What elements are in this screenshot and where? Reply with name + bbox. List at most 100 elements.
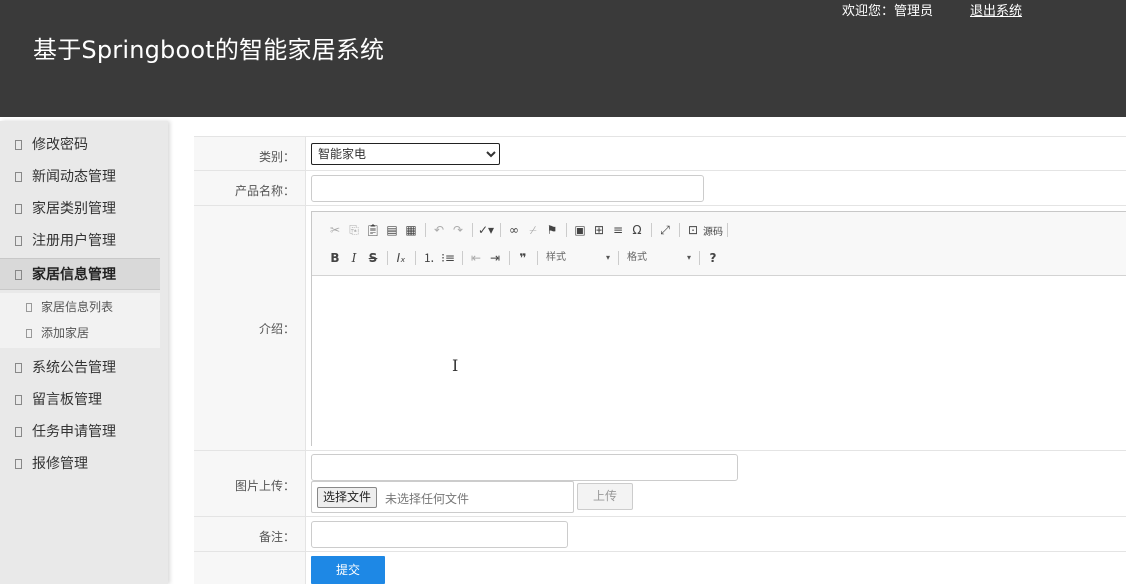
outdent-icon[interactable]: ⇤ — [467, 249, 485, 267]
sidebar-item-label: 留言板管理 — [32, 392, 102, 408]
cut-icon[interactable]: ✂ — [326, 221, 344, 239]
blockquote-icon[interactable]: ❞ — [514, 249, 532, 267]
unlink-icon[interactable]: ⌿ — [524, 221, 542, 239]
product-name-input[interactable] — [311, 175, 704, 202]
help-icon[interactable]: ? — [704, 249, 722, 267]
image-upload-label: 图片上传： — [234, 479, 295, 493]
sidebar: 修改密码 新闻动态管理 家居类别管理 注册用户管理 家居信息管理 家居信息列表 … — [0, 121, 168, 584]
app-title: 基于Springboot的智能家居系统 — [33, 36, 385, 64]
dropdown-arrow-icon: ▾ — [605, 253, 610, 262]
square-icon — [15, 172, 22, 182]
toolbar-separator — [415, 251, 416, 265]
sidebar-subitem-label: 家居信息列表 — [41, 300, 114, 314]
logout-link[interactable]: 退出系统 — [970, 0, 1022, 19]
link-icon[interactable]: ∞ — [505, 221, 523, 239]
format-combo-label: 格式 — [627, 252, 647, 263]
numbered-list-icon[interactable]: ⒈ — [420, 249, 438, 267]
paste-word-icon[interactable]: ▦ — [402, 221, 420, 239]
toolbar-separator — [537, 251, 538, 265]
format-combo[interactable]: 格式 ▾ — [623, 249, 695, 267]
sidebar-item-label: 修改密码 — [32, 137, 88, 153]
spellcheck-icon[interactable]: ✓▾ — [477, 221, 495, 239]
redo-icon[interactable]: ↷ — [449, 221, 467, 239]
remove-format-icon[interactable]: Iₓ — [392, 249, 410, 267]
toolbar-separator — [425, 223, 426, 237]
paste-icon[interactable]: 📋︎ — [364, 221, 382, 239]
square-icon — [26, 303, 32, 312]
bold-icon[interactable]: B — [326, 249, 344, 267]
copy-icon[interactable]: ⎘ — [345, 221, 363, 239]
sidebar-item-news[interactable]: 新闻动态管理 — [0, 161, 160, 193]
maximize-icon[interactable]: ⤢ — [656, 221, 674, 239]
sidebar-item-label: 新闻动态管理 — [32, 169, 116, 185]
toolbar-separator — [618, 251, 619, 265]
add-home-form: 类别： 智能家电 产品名称： 介绍： ✂ ⎘ 📋︎ ▤ ▦ ↶ ↷ ✓▾ ∞ ⌿… — [194, 136, 1126, 584]
table-icon[interactable]: ⊞ — [590, 221, 608, 239]
dropdown-arrow-icon: ▾ — [686, 253, 691, 262]
indent-icon[interactable]: ⇥ — [486, 249, 504, 267]
square-icon — [15, 140, 22, 150]
sidebar-item-users[interactable]: 注册用户管理 — [0, 225, 160, 257]
source-icon[interactable]: ⊡ — [684, 221, 702, 239]
strike-icon[interactable]: S — [364, 249, 382, 267]
label-cell: 类别： — [194, 137, 306, 170]
style-combo[interactable]: 样式 ▾ — [542, 249, 614, 267]
file-input[interactable]: 选择文件 未选择任何文件 — [311, 481, 574, 513]
label-cell: 产品名称： — [194, 171, 306, 205]
toolbar-separator — [566, 223, 567, 237]
category-row: 类别： 智能家电 — [194, 136, 1126, 170]
remark-row: 备注： — [194, 516, 1126, 551]
toolbar-separator — [500, 223, 501, 237]
sidebar-item-messages[interactable]: 留言板管理 — [0, 384, 160, 416]
square-icon — [15, 236, 22, 246]
sidebar-subitem-label: 添加家居 — [41, 326, 90, 340]
toolbar-separator — [462, 251, 463, 265]
remark-input[interactable] — [311, 521, 568, 548]
label-cell: 介绍： — [194, 206, 306, 450]
sidebar-submenu: 家居信息列表 添加家居 — [0, 293, 160, 348]
square-icon — [15, 395, 22, 405]
sidebar-item-home-info[interactable]: 家居信息管理 — [0, 258, 160, 290]
sidebar-subitem-home-list[interactable]: 家居信息列表 — [0, 294, 160, 320]
bulleted-list-icon[interactable]: ⁝≡ — [439, 249, 457, 267]
submit-button[interactable]: 提交 — [311, 556, 385, 584]
category-select[interactable]: 智能家电 — [311, 143, 500, 165]
image-path-input[interactable] — [311, 454, 738, 481]
paste-text-icon[interactable]: ▤ — [383, 221, 401, 239]
intro-label: 介绍： — [258, 322, 295, 336]
toolbar-separator — [679, 223, 680, 237]
label-cell: 备注： — [194, 517, 306, 551]
special-char-icon[interactable]: Ω — [628, 221, 646, 239]
source-button[interactable]: 源码 — [703, 223, 723, 238]
sidebar-item-category[interactable]: 家居类别管理 — [0, 193, 160, 225]
sidebar-item-announcements[interactable]: 系统公告管理 — [0, 352, 160, 384]
sidebar-item-label: 系统公告管理 — [32, 360, 116, 376]
undo-icon[interactable]: ↶ — [430, 221, 448, 239]
image-icon[interactable]: ▣ — [571, 221, 589, 239]
square-icon — [15, 427, 22, 437]
sidebar-subitem-add-home[interactable]: 添加家居 — [0, 320, 160, 346]
toolbar-separator — [651, 223, 652, 237]
sidebar-item-label: 家居类别管理 — [32, 201, 116, 217]
image-upload-row: 图片上传： 选择文件 未选择任何文件 上传 — [194, 450, 1126, 516]
header: 基于Springboot的智能家居系统 欢迎您：管理员 退出系统 — [0, 0, 1126, 117]
toolbar-separator — [472, 223, 473, 237]
no-file-text: 未选择任何文件 — [385, 492, 470, 506]
sidebar-item-label: 任务申请管理 — [32, 424, 116, 440]
toolbar-row-2: B I S Iₓ ⒈ ⁝≡ ⇤ ⇥ ❞ 样式 ▾ 格式 ▾ ? — [326, 248, 723, 268]
sidebar-item-repairs[interactable]: 报修管理 — [0, 448, 160, 480]
sidebar-item-tasks[interactable]: 任务申请管理 — [0, 416, 160, 448]
anchor-icon[interactable]: ⚑ — [543, 221, 561, 239]
choose-file-button[interactable]: 选择文件 — [317, 487, 378, 508]
upload-button[interactable]: 上传 — [577, 483, 633, 510]
sidebar-item-label: 家居信息管理 — [32, 267, 116, 283]
italic-icon[interactable]: I — [345, 249, 363, 267]
square-icon — [15, 363, 22, 373]
editor-content-area[interactable]: I — [312, 276, 1126, 447]
sidebar-item-change-password[interactable]: 修改密码 — [0, 129, 160, 161]
toolbar-separator — [509, 251, 510, 265]
sidebar-item-label: 报修管理 — [32, 456, 88, 472]
product-name-label: 产品名称： — [234, 184, 295, 198]
horizontal-rule-icon[interactable]: ≡ — [609, 221, 627, 239]
text-cursor-icon: I — [452, 356, 459, 375]
